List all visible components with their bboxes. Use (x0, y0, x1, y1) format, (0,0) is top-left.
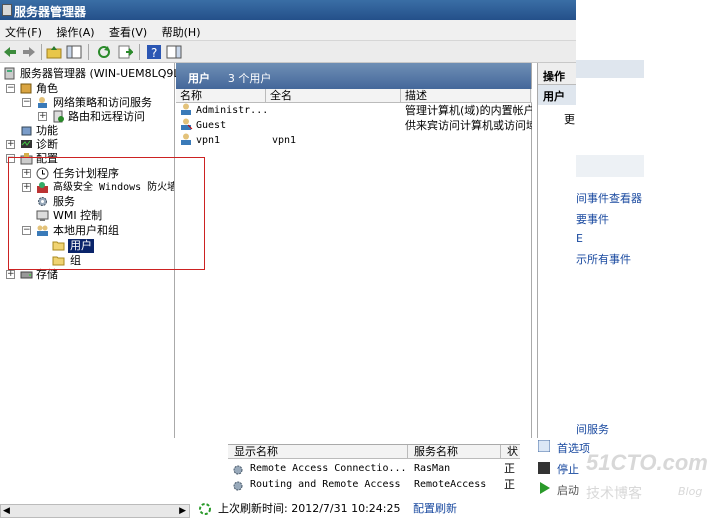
pane-header: 用户 3 个用户 (176, 63, 531, 89)
background-window-strip: 间事件查看器 要事件 E 示所有事件 间服务 (576, 0, 644, 438)
menu-view[interactable]: 查看(V) (104, 20, 153, 40)
scroll-right-icon[interactable]: ▶ (179, 506, 186, 516)
collapse-icon[interactable]: − (22, 98, 31, 107)
user-icon (180, 133, 193, 145)
refresh-icon[interactable] (96, 44, 112, 60)
link-event-viewer[interactable]: 间事件查看器 (576, 190, 642, 206)
user-count: 3 个用户 (227, 72, 272, 85)
table-row[interactable]: Remote Access Connectio... RasMan 正 (228, 461, 520, 477)
scroll-left-icon[interactable]: ◀ (3, 506, 10, 516)
last-refresh-text: 上次刷新时间: 2012/7/31 10:24:25 (218, 502, 401, 515)
pane-title: 用户 (188, 72, 210, 85)
features-icon (20, 124, 33, 137)
forward-arrow-icon[interactable] (21, 44, 37, 60)
window-title: 服务器管理器 (14, 5, 87, 19)
diagnostics-icon (20, 138, 33, 151)
export-list-icon[interactable] (117, 44, 135, 60)
column-service-name[interactable]: 服务名称 (408, 445, 501, 459)
menu-bar: 文件(F) 操作(A) 查看(V) 帮助(H) (0, 20, 576, 41)
roles-icon (20, 82, 33, 95)
configure-refresh-link[interactable]: 配置刷新 (413, 500, 457, 518)
action-more[interactable]: 更 (564, 111, 575, 127)
horizontal-scrollbar[interactable]: ◀ ▶ (0, 504, 190, 518)
help-icon[interactable]: ? (146, 44, 162, 60)
expand-icon[interactable]: + (6, 270, 15, 279)
show-hide-tree-icon[interactable] (66, 44, 82, 60)
column-description[interactable]: 描述 (401, 89, 531, 103)
table-row[interactable]: Routing and Remote Access RemoteAccess 正 (228, 477, 520, 493)
menu-action[interactable]: 操作(A) (51, 20, 100, 40)
menu-help[interactable]: 帮助(H) (157, 20, 207, 40)
stop-link[interactable]: 停止 (557, 461, 579, 477)
back-arrow-icon[interactable] (2, 44, 18, 60)
column-status[interactable]: 状 (501, 445, 520, 459)
expand-icon[interactable]: + (6, 140, 15, 149)
actions-title: 操作 (538, 63, 576, 85)
svg-text:?: ? (151, 46, 157, 60)
gear-icon (232, 464, 245, 476)
user-icon (180, 103, 193, 115)
column-fullname[interactable]: 全名 (266, 89, 401, 103)
table-row[interactable]: vpn1 vpn1 (176, 133, 532, 149)
collapse-icon[interactable]: − (6, 84, 15, 93)
watermark-tagline: 技术博客 (586, 486, 642, 502)
server-manager-window: 服务器管理器 文件(F) 操作(A) 查看(V) 帮助(H) ? 服务器管理器 … (0, 0, 576, 438)
user-icon (180, 118, 193, 130)
services-table: 显示名称 服务名称 状 Remote Access Connectio... R… (228, 444, 520, 502)
app-icon (2, 4, 12, 16)
column-header: 名称 全名 描述 (176, 89, 532, 103)
preferences-icon (537, 439, 551, 453)
link-all-events[interactable]: 示所有事件 (576, 251, 631, 267)
title-bar: 服务器管理器 (0, 0, 576, 20)
watermark-site: 51CTO.com (586, 450, 708, 475)
column-display-name[interactable]: 显示名称 (228, 445, 408, 459)
routing-icon (52, 110, 65, 123)
gear-icon (232, 480, 245, 492)
users-list-pane: 用户 3 个用户 名称 全名 描述 Administr... 管理计算机(域)的… (176, 63, 532, 438)
server-manager-icon (4, 67, 17, 80)
service-actions: 首选项 停止 启动 (532, 438, 590, 520)
actions-pane: 操作 用户 更 (537, 63, 576, 438)
services-header: 显示名称 服务名称 状 (228, 445, 520, 459)
tree-root-label: 服务器管理器 (WIN-UEM8LQ9L9N (20, 67, 195, 80)
watermark-blog: Blog (678, 485, 703, 498)
toolbar: ? (0, 41, 576, 63)
link-important-events[interactable]: 要事件 (576, 211, 609, 227)
stop-icon (538, 462, 550, 474)
menu-file[interactable]: 文件(F) (0, 20, 48, 40)
table-row[interactable]: Guest 供来宾访问计算机或访问域 (176, 118, 532, 134)
column-name[interactable]: 名称 (176, 89, 266, 103)
actions-subtitle[interactable]: 用户 (538, 85, 576, 105)
toolbar-separator (139, 44, 140, 60)
start-icon (538, 482, 550, 494)
toolbar-separator (41, 44, 42, 60)
highlight-box (8, 157, 205, 270)
action-pane-icon[interactable] (166, 44, 182, 60)
toolbar-separator (88, 44, 89, 60)
link-e[interactable]: E (576, 232, 583, 245)
up-folder-icon[interactable] (46, 44, 62, 60)
table-row[interactable]: Administr... 管理计算机(域)的内置帐户 (176, 103, 532, 119)
start-link[interactable]: 启动 (557, 482, 579, 498)
refresh-status-icon (198, 502, 212, 516)
status-bar: 上次刷新时间: 2012/7/31 10:24:25 配置刷新 (198, 500, 528, 518)
network-policy-icon (36, 96, 49, 109)
link-services[interactable]: 间服务 (576, 421, 609, 437)
expand-icon[interactable]: + (38, 112, 47, 121)
